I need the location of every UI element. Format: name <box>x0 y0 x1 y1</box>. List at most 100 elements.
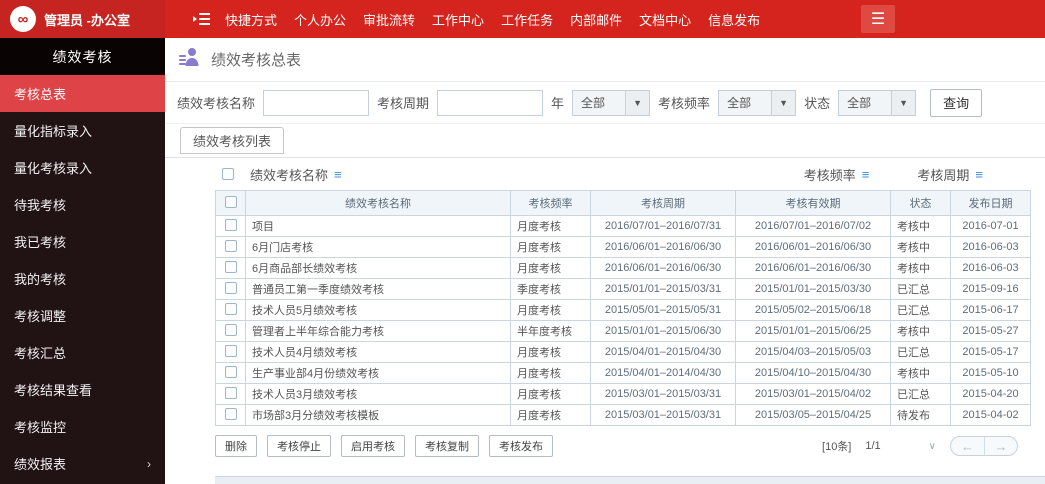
row-checkbox[interactable] <box>224 302 237 315</box>
sort-by-name[interactable]: 绩效考核名称 ≡ <box>250 165 342 184</box>
sidebar-item[interactable]: 量化指标录入 <box>0 112 165 149</box>
column-header[interactable]: 绩效考核名称 <box>245 190 511 216</box>
nav-item-工作任务[interactable]: 工作任务 <box>501 10 553 29</box>
sort-bar: 绩效考核名称 ≡ 考核频率 ≡ 考核周期 ≡ <box>165 158 1045 190</box>
prev-page-button[interactable]: ← <box>951 437 984 455</box>
sidebar-item[interactable]: 绩效报表 › <box>0 445 165 482</box>
row-checkbox[interactable] <box>224 239 237 252</box>
page-select-caret-icon[interactable]: ∨ <box>929 441 936 452</box>
cell-publish-date: 2015-05-27 <box>950 320 1031 342</box>
table-row[interactable]: 管理者上半年综合能力考核 半年度考核 2015/01/01–2015/06/30 20… <box>215 320 1031 342</box>
sidebar-item[interactable]: 考核汇总 <box>0 334 165 371</box>
column-header[interactable]: 发布日期 <box>950 190 1031 216</box>
action-button-考核发布[interactable]: 考核发布 <box>489 435 553 457</box>
cell-publish-date: 2015-04-20 <box>950 383 1031 405</box>
frequency-select-arrow-icon[interactable]: ▼ <box>771 90 796 115</box>
select-all-checkbox-top[interactable] <box>222 168 234 180</box>
assessment-name-input[interactable] <box>263 89 370 116</box>
status-select-arrow-icon[interactable]: ▼ <box>891 90 916 115</box>
sidebar-item-label: 量化考核录入 <box>14 161 93 176</box>
cell-status: 已汇总 <box>890 341 951 363</box>
row-checkbox-cell <box>215 299 246 321</box>
table-row[interactable]: 普通员工第一季度绩效考核 季度考核 2015/01/01–2015/03/31 201… <box>215 278 1031 300</box>
nav-item-个人办公[interactable]: 个人办公 <box>294 10 346 29</box>
frequency-select[interactable]: 全部 ▼ <box>718 89 797 116</box>
cell-name: 6月门店考核 <box>245 236 511 258</box>
sort-right-group: 考核频率 ≡ 考核周期 ≡ <box>804 165 983 184</box>
table-row[interactable]: 6月门店考核 月度考核 2016/06/01–2016/06/30 2016/06/0… <box>215 236 1031 258</box>
table-row[interactable]: 技术人员5月绩效考核 月度考核 2015/05/01–2015/05/31 2015/… <box>215 299 1031 321</box>
tab-assessment-list[interactable]: 绩效考核列表 <box>180 127 285 154</box>
sidebar-item[interactable]: 待我考核 <box>0 186 165 223</box>
nav-item-审批流转[interactable]: 审批流转 <box>363 10 415 29</box>
cell-period: 2015/04/01–2015/04/30 <box>590 341 736 363</box>
nav-item-内部邮件[interactable]: 内部邮件 <box>570 10 622 29</box>
action-button-删除[interactable]: 删除 <box>215 435 257 457</box>
table-row[interactable]: 项目 月度考核 2016/07/01–2016/07/31 2016/07/01–20… <box>215 215 1031 237</box>
row-checkbox-cell <box>215 362 246 384</box>
sidebar-item[interactable]: 考核结果查看 <box>0 371 165 408</box>
tab-bar: 绩效考核列表 <box>165 124 1045 158</box>
sidebar-module-title: 绩效考核 <box>0 38 165 75</box>
row-checkbox[interactable] <box>224 260 237 273</box>
more-menu-button[interactable]: ☰ <box>861 5 895 33</box>
nav-item-快捷方式[interactable]: 快捷方式 <box>225 10 277 29</box>
column-header[interactable]: 考核有效期 <box>735 190 891 216</box>
cell-period: 2016/07/01–2016/07/31 <box>590 215 736 237</box>
cell-publish-date: 2016-07-01 <box>950 215 1031 237</box>
row-checkbox-cell <box>215 383 246 405</box>
table-row[interactable]: 市场部3月分绩效考核模板 月度考核 2015/03/01–2015/03/31 201… <box>215 404 1031 426</box>
cell-publish-date: 2015-05-10 <box>950 362 1031 384</box>
actions-bar: 删除 考核停止 启用考核 考核复制 考核发布 [10条] 1/1 ∨ ← → <box>215 435 1030 457</box>
table-row[interactable]: 技术人员3月绩效考核 月度考核 2015/03/01–2015/03/31 2015/… <box>215 383 1031 405</box>
cell-status: 考核中 <box>890 215 951 237</box>
sidebar-item[interactable]: 考核监控 <box>0 408 165 445</box>
column-header[interactable]: 考核周期 <box>590 190 736 216</box>
column-header[interactable]: 考核频率 <box>510 190 591 216</box>
sort-by-frequency[interactable]: 考核频率 ≡ <box>804 165 870 184</box>
action-button-启用考核[interactable]: 启用考核 <box>341 435 405 457</box>
row-checkbox[interactable] <box>224 344 237 357</box>
cell-name: 市场部3月分绩效考核模板 <box>245 404 511 426</box>
sidebar-item-label: 我已考核 <box>14 235 67 250</box>
row-checkbox[interactable] <box>224 218 237 231</box>
year-select[interactable]: 全部 ▼ <box>572 89 651 116</box>
sidebar-item[interactable]: 考核总表 <box>0 75 165 112</box>
row-checkbox[interactable] <box>224 386 237 399</box>
row-checkbox[interactable] <box>224 281 237 294</box>
cell-publish-date: 2015-05-17 <box>950 341 1031 363</box>
top-nav: 快捷方式 个人办公 审批流转 工作中心 工作任务 内部邮件 文档中心 信息发布 <box>225 10 760 29</box>
cell-status: 考核中 <box>890 320 951 342</box>
cell-name: 6月商品部长绩效考核 <box>245 257 511 279</box>
table-row[interactable]: 6月商品部长绩效考核 月度考核 2016/06/01–2016/06/30 2016/… <box>215 257 1031 279</box>
assessment-period-input[interactable] <box>437 89 544 116</box>
column-header[interactable]: 状态 <box>890 190 951 216</box>
action-button-考核停止[interactable]: 考核停止 <box>267 435 331 457</box>
select-all-checkbox[interactable] <box>224 195 237 208</box>
sidebar-item[interactable]: 考核调整 <box>0 297 165 334</box>
row-checkbox[interactable] <box>224 365 237 378</box>
sort-by-period[interactable]: 考核周期 ≡ <box>917 165 983 184</box>
sidebar-item[interactable]: 量化考核录入 <box>0 149 165 186</box>
cell-publish-date: 2015-06-17 <box>950 299 1031 321</box>
row-checkbox[interactable] <box>224 323 237 336</box>
nav-item-信息发布[interactable]: 信息发布 <box>708 10 760 29</box>
sort-frequency-icon: ≡ <box>861 166 870 182</box>
nav-item-文档中心[interactable]: 文档中心 <box>639 10 691 29</box>
nav-item-工作中心[interactable]: 工作中心 <box>432 10 484 29</box>
row-checkbox[interactable] <box>224 407 237 420</box>
cell-publish-date: 2015-09-16 <box>950 278 1031 300</box>
sidebar-item[interactable]: 我的考核 <box>0 260 165 297</box>
table-row[interactable]: 技术人员4月绩效考核 月度考核 2015/04/01–2015/04/30 2015/… <box>215 341 1031 363</box>
next-page-button[interactable]: → <box>984 437 1017 455</box>
status-select[interactable]: 全部 ▼ <box>838 89 917 116</box>
table-row[interactable]: 生产事业部4月份绩效考核 月度考核 2015/04/01–2014/04/30 201… <box>215 362 1031 384</box>
search-button[interactable]: 查询 <box>930 88 983 117</box>
cell-publish-date: 2015-04-02 <box>950 404 1031 426</box>
year-select-arrow-icon[interactable]: ▼ <box>625 90 650 115</box>
collapse-menu-icon[interactable] <box>193 12 211 26</box>
sidebar-item-label: 待我考核 <box>14 198 67 213</box>
action-button-考核复制[interactable]: 考核复制 <box>415 435 479 457</box>
cell-status: 已汇总 <box>890 278 951 300</box>
sidebar-item[interactable]: 我已考核 <box>0 223 165 260</box>
